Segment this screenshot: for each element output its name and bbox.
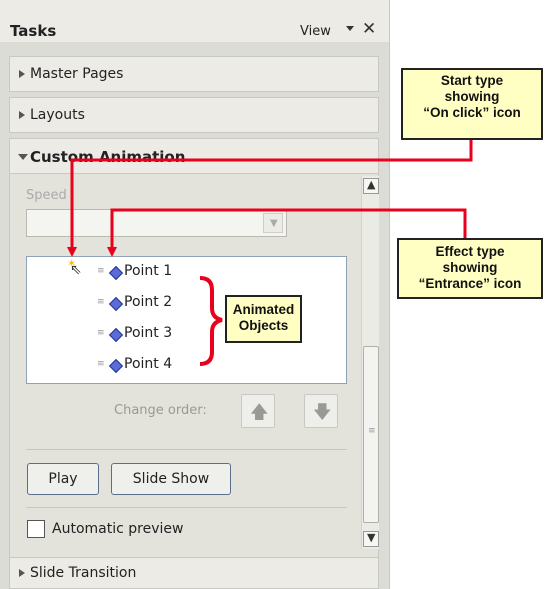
- section-custom-animation[interactable]: Custom Animation: [9, 138, 379, 174]
- list-item-label: Point 4: [124, 356, 173, 372]
- scroll-down-button[interactable]: ▼: [363, 531, 379, 547]
- move-down-button[interactable]: 🡇: [304, 394, 338, 428]
- section-layouts[interactable]: Layouts: [9, 97, 379, 133]
- slide-show-button[interactable]: Slide Show: [111, 463, 231, 495]
- chevron-down-icon: ▼: [270, 218, 278, 229]
- down-arrow-icon: 🡇: [313, 402, 332, 423]
- section-master-pages[interactable]: Master Pages: [9, 56, 379, 92]
- divider: [26, 449, 347, 450]
- change-order-label: Change order:: [114, 403, 207, 418]
- automatic-preview-checkbox[interactable]: [27, 520, 45, 538]
- speed-dropdown[interactable]: ▼: [26, 209, 287, 237]
- callout-line: “Entrance” icon: [418, 276, 522, 291]
- list-item-label: Point 3: [124, 325, 173, 341]
- chevron-down-icon: ▼: [367, 531, 376, 544]
- view-menu-button[interactable]: View: [300, 24, 331, 39]
- tasks-panel: Tasks View ✕ Master Pages Layouts Custom…: [0, 0, 390, 589]
- callout-line: showing: [444, 89, 500, 104]
- mouse-pointer-icon: ⇖: [70, 262, 82, 278]
- callout-line: “On click” icon: [423, 105, 521, 120]
- section-label: Master Pages: [30, 66, 124, 82]
- callout-line: showing: [442, 260, 498, 275]
- scroll-up-button[interactable]: ▲: [363, 178, 379, 194]
- grip-icon: ≡: [368, 426, 376, 436]
- callout-line: Effect type: [435, 244, 505, 259]
- list-item-label: Point 2: [124, 294, 173, 310]
- diamond-icon: [108, 358, 124, 374]
- callout-line: Start type: [440, 73, 504, 88]
- collapse-triangle-icon: [18, 154, 28, 160]
- close-icon[interactable]: ✕: [362, 19, 376, 39]
- section-label: Layouts: [30, 107, 85, 123]
- tasks-title-bar: Tasks View ✕: [0, 0, 389, 42]
- motion-lines-icon: ≡: [97, 297, 105, 307]
- section-label: Slide Transition: [30, 565, 137, 581]
- callout-line: Animated: [232, 302, 295, 317]
- dropdown-button[interactable]: ▼: [263, 213, 283, 233]
- move-up-button[interactable]: 🡅: [241, 394, 275, 428]
- expand-triangle-icon: [19, 111, 25, 119]
- list-item-label: Point 1: [124, 263, 173, 279]
- callout-line: Objects: [238, 318, 289, 333]
- chevron-down-icon[interactable]: [346, 26, 354, 31]
- vertical-scrollbar[interactable]: ▲ ≡ ▼: [361, 176, 379, 549]
- effect-type-callout: Effect type showing “Entrance” icon: [397, 238, 543, 299]
- motion-lines-icon: ≡: [97, 266, 105, 276]
- play-button[interactable]: Play: [27, 463, 99, 495]
- up-arrow-icon: 🡅: [250, 402, 269, 423]
- diamond-icon: [108, 296, 124, 312]
- start-type-callout: Start type showing “On click” icon: [401, 68, 543, 140]
- automatic-preview-label: Automatic preview: [52, 521, 184, 537]
- motion-lines-icon: ≡: [97, 359, 105, 369]
- expand-triangle-icon: [19, 70, 25, 78]
- section-label: Custom Animation: [30, 148, 186, 166]
- motion-lines-icon: ≡: [97, 328, 105, 338]
- chevron-up-icon: ▲: [367, 178, 376, 191]
- divider: [26, 507, 347, 508]
- scroll-thumb[interactable]: ≡: [363, 346, 379, 523]
- section-slide-transition[interactable]: Slide Transition: [9, 557, 379, 589]
- diamond-icon: [108, 265, 124, 281]
- animated-objects-callout: Animated Objects: [225, 295, 302, 343]
- expand-triangle-icon: [19, 569, 25, 577]
- diamond-icon: [108, 327, 124, 343]
- speed-label: Speed: [26, 188, 67, 203]
- panel-title: Tasks: [10, 22, 57, 40]
